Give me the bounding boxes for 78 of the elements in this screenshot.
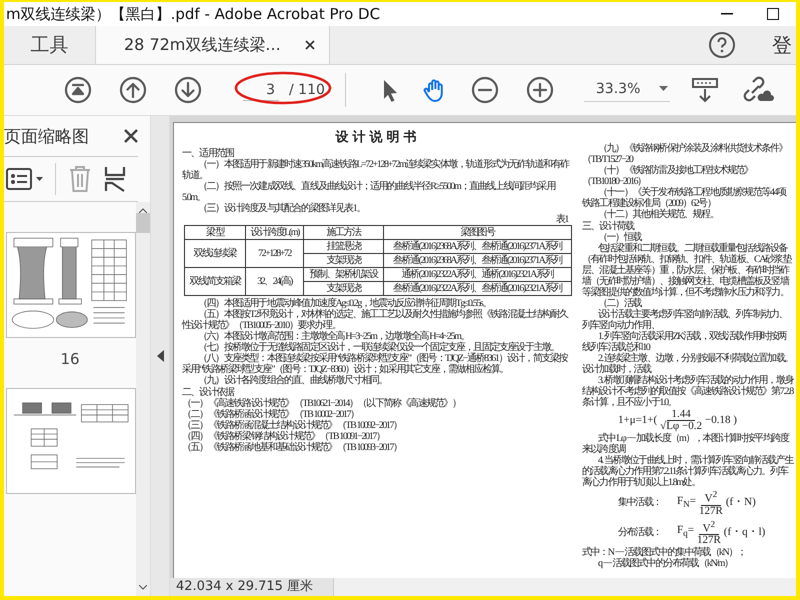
document-text: （七）按桥墩位于无缝线路固定区设计，一联连续梁仅设一个固定支座，且固定支座设于主墩。 [197, 342, 560, 353]
table-header: 梁 型 [184, 226, 246, 240]
document-text: （四）《铁路桥梁钢结构设计规范》（TB 10091−2017） [182, 431, 386, 442]
table-cell: 双线简支箱梁 [184, 268, 246, 296]
close-icon[interactable] [124, 129, 138, 143]
document-text: （九）《铁路钢桥保护涂装及涂料供货技术条件》（TB/T1527−20 [582, 143, 788, 165]
document-text: 1. 列车竖向活载采用ZK活载，双线活载作用时按两线列车活载总和10 [582, 331, 788, 353]
caret-icon [658, 86, 668, 91]
document-text: 3. 桥墩顶帽结构设计考虑列车活载的动力作用，墩身结构设计不考虑列的取值按《高速铁路设计规范》第7.2.8条计算，且不应小于1.0。 [582, 375, 794, 408]
document-text: q −− 活载图式中的分布荷载（kN/m） [597, 558, 734, 570]
document-title: 设计说明书 [334, 129, 422, 145]
document-text: （一）恒载 [597, 232, 643, 243]
table-cell: 叁桥通(2016)2368A系列、叁桥通(2016)2371A系列 [383, 240, 572, 254]
table-cell: 32、24(高) [245, 268, 304, 296]
table-cell: 挂篮悬浇 [304, 240, 384, 254]
document-text: 式中：N −− 活载图式中的集中荷载（kN）； [582, 547, 747, 558]
table-cell: 支架现浇 [304, 254, 384, 268]
minimize-icon[interactable] [721, 13, 733, 15]
document-text: 包括梁重和二期恒载。二期恒载重量包括线路设备（有砟时包括钢轨、扣钢轨、扣件、轨道板、CA砂浆垫层、混凝土基座等）重，防水层、保护板、有砟时挡砟墙（无砟时防护墙）、接触网支柱、电缆槽盖板及竖墙等梁图提供的数值均计算，但不考虑静水压力和浮力。 [582, 243, 792, 298]
formula-label: 分布活载： [618, 526, 662, 538]
table-header: 设计跨度L(m) [245, 226, 304, 240]
document-text: （四）本图适用于地震动峰值加速度Ag≤0.2g，地震动反应谱特征周期Tg≤0.55s。 [197, 298, 492, 309]
document-text: （十）《铁路防雷及接地工程技术规范》（TB10180−2016） [582, 165, 753, 187]
table-cell: 支架现浇 [304, 282, 384, 296]
document-text: 4. 当桥墩位于曲线上时，需计算列车竖向静活载产生的活载离心力作用第7.2.11条计算列车活载离心力。列车离心力作用于轨顶以上1.8m处。 [582, 455, 794, 488]
page-label: 16 [59, 349, 81, 370]
section-heading: 二、设计依据 [182, 387, 236, 398]
document-text: （二）按照一次建成双线、直线及曲线设计；适用的曲线半径R≥5500m；直曲线上线间距均采用5.0m。 [182, 181, 556, 203]
sign-in-link[interactable]: 登 [772, 32, 796, 58]
page-number-field[interactable]: 3 [243, 80, 279, 100]
table-cell: 叁桥通(2016)2322A系列、叁桥通(2016)2321A系列 [383, 282, 572, 296]
table-header: 梁图图号 [383, 226, 572, 240]
scan-icon[interactable] [690, 75, 720, 105]
extract-pages-icon[interactable] [104, 165, 126, 193]
document-text: （十一）《关于发布铁路工程地质勘察规范等44项铁路工程建设标准局（2009）62号） [582, 187, 788, 209]
document-text: （五）《铁路桥涵地基和基础设计规范》（TB 10093−2017） [182, 442, 403, 453]
document-text: （一）本图适用于新建时速350km高速铁路L=72+128+72m连续梁实体墩，轨道形式为无砟轨道和有砟轨道。 [182, 159, 570, 181]
document-text: 设计活载主要考虑列车竖向静活载、列车制动力、列车竖向动力作用、 [582, 309, 788, 331]
page-count: / 110 [289, 82, 325, 98]
document-text: （八）支座类型：本图连续梁按采用“铁路桥梁球型支座”（图号：TJQZ−通桥8361）设计，简支梁按采用“铁路桥梁球型支座”（图号：TJQZ−8360）设计；如采用其它支座，需做相应检算。 [182, 353, 569, 375]
table-cell: 通桥(2016)2322A系列、通桥(2016)2321A系列 [383, 268, 572, 282]
document-text: （九）设计各跨度组合的直、曲线桥墩尺寸相同。 [197, 375, 388, 386]
zoom-dropdown[interactable]: 33.3% [584, 78, 670, 102]
document-text: （一）《高速铁路设计规范》（TB10621−2014）（以下简称《高速规范》） [182, 398, 462, 409]
document-text: （三）《铁路桥涵混凝土结构设计规范》（TB 10092−2017） [182, 420, 403, 431]
collapse-arrow-icon[interactable] [156, 350, 164, 362]
table-cell: 预制、架桥机架设 [304, 268, 384, 282]
document-text: 式中 Lφ −− 加载长度（m），本图计算时按平均跨度来以跨度调 [582, 433, 790, 455]
window-title: m双线连续梁）【黑白】.pdf - Adobe Acrobat Pro DC [5, 4, 382, 24]
scroll-down-icon[interactable] [139, 585, 147, 590]
close-icon[interactable] [304, 40, 315, 50]
table-cell: 72+128+72 [245, 240, 304, 268]
page-thumbnail[interactable] [6, 232, 136, 338]
document-text: （六）本图设计墩高范围：主墩墩全高 H=3~25m，边墩墩全高 H=4~25m。 [197, 331, 470, 342]
list-icon [6, 168, 32, 190]
document-text: （三）设计跨度及与其配合的梁图详见表1。 [197, 203, 366, 214]
document-text: 2. 连续梁主墩、边墩，分别按最不利荷载位置加载。设计加载时，活载 [582, 353, 794, 375]
scroll-up-icon[interactable] [139, 208, 147, 213]
document-text: （五）本图按T2环境设计，对材料的选定、施工工艺以及耐久性措施均参照《铁路混凝土结构耐久性设计规范》（TB10005−2010）要求办理。 [182, 309, 570, 331]
scrollbar-thumb[interactable] [136, 213, 150, 233]
document-text: （二）活载 [597, 298, 643, 309]
page-size: 42.034 x 29.715 厘米 [175, 578, 314, 596]
panel-title: 页面缩略图 [4, 126, 89, 148]
table-caption: 表1 [554, 214, 570, 225]
table-cell: 双线连续梁 [184, 240, 246, 268]
caret-icon [36, 177, 43, 181]
document-text: （二）《铁路桥涵设计规范》（TB 10002−2017） [182, 409, 360, 420]
section-heading: 一、适用范围 [182, 148, 235, 159]
formula-label: 集中活载： [618, 497, 662, 508]
page-thumbnail[interactable] [6, 388, 136, 494]
table-header: 施工方法 [304, 226, 384, 240]
table-cell: 叁桥通(2016)2368A系列、叁桥通(2016)2371A系列 [383, 254, 572, 268]
maximize-icon[interactable] [767, 8, 779, 20]
document-text: （十二）其他相关规范、规程。 [597, 209, 720, 220]
section-heading: 三、设计荷载 [582, 221, 634, 232]
options-button[interactable] [6, 168, 43, 190]
help-icon[interactable] [708, 31, 736, 59]
tab[interactable]: 28 72m双线连续梁... [96, 26, 330, 64]
